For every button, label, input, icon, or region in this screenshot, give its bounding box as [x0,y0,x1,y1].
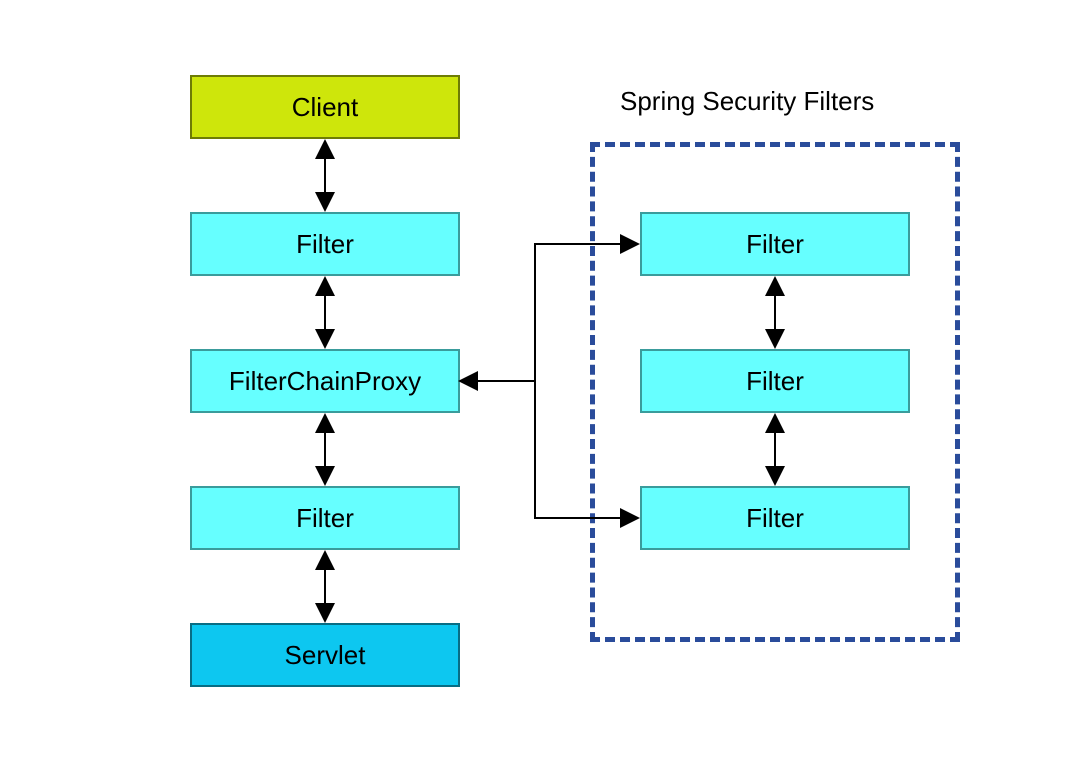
servlet-label: Servlet [285,640,366,671]
client-box: Client [190,75,460,139]
filter-box-left-1: Filter [190,212,460,276]
filter-box-left-2: Filter [190,486,460,550]
filter-box-right-2: Filter [640,349,910,413]
filter-label: Filter [746,229,804,260]
servlet-box: Servlet [190,623,460,687]
filter-label: Filter [296,503,354,534]
client-label: Client [292,92,358,123]
proxy-label: FilterChainProxy [229,366,421,397]
filter-label: Filter [746,503,804,534]
filter-box-right-1: Filter [640,212,910,276]
filter-label: Filter [296,229,354,260]
filter-label: Filter [746,366,804,397]
filterchainproxy-box: FilterChainProxy [190,349,460,413]
security-filters-title: Spring Security Filters [620,86,874,117]
filter-box-right-3: Filter [640,486,910,550]
